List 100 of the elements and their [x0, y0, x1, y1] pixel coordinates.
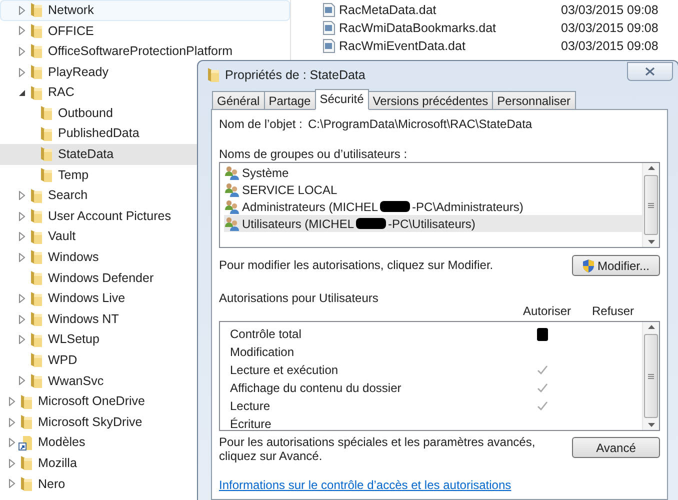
scroll-down-icon[interactable] [648, 423, 654, 427]
tree-label: Outbound [58, 104, 113, 122]
collapsed-icon[interactable] [19, 68, 25, 77]
group-name-suffix: -PC\Utilisateurs) [388, 216, 476, 232]
help-link[interactable]: Informations sur le contrôle d’accès et les autorisations [219, 476, 512, 494]
permissions-label: Autorisations pour Utilisateurs [219, 291, 378, 305]
folder-icon [28, 84, 44, 101]
scroll-down-icon[interactable] [648, 240, 654, 244]
tree-label: Microsoft OneDrive [38, 393, 145, 410]
folder-icon [28, 22, 44, 39]
scrollbar[interactable] [642, 322, 659, 430]
collapsed-icon[interactable] [19, 314, 25, 324]
collapsed-icon[interactable] [19, 335, 25, 344]
tree-label: Windows [48, 249, 99, 266]
check-icon [536, 365, 548, 375]
permission-name: Modification [230, 344, 296, 361]
tree-label: StateData [58, 146, 114, 164]
folder-icon [38, 105, 54, 122]
collapsed-icon[interactable] [9, 418, 15, 427]
modify-button[interactable]: Modifier... [572, 255, 660, 276]
folder-icon [28, 43, 44, 60]
folder-icon [28, 228, 44, 245]
permission-name: Affichage du contenu du dossier [230, 380, 402, 397]
scroll-up-icon[interactable] [648, 325, 654, 329]
close-button[interactable] [627, 62, 673, 81]
users-icon [224, 198, 240, 214]
tab[interactable]: Général [212, 91, 265, 110]
group-name: SERVICE LOCAL [242, 182, 338, 198]
collapsed-icon[interactable] [19, 294, 25, 304]
object-label: Nom de l’objet : [219, 116, 304, 133]
file-name[interactable]: RacWmiEventData.dat [339, 36, 561, 56]
tree-label: Windows Defender [48, 270, 154, 287]
tab[interactable]: Sécurité [314, 89, 369, 110]
tree-item[interactable]: OFFICE [0, 20, 290, 42]
shield-icon [582, 258, 596, 272]
users-icon [224, 164, 240, 180]
permission-name: Lecture [230, 398, 272, 415]
folder-icon [28, 64, 44, 80]
users-icon [224, 216, 240, 232]
scrollbar[interactable] [642, 163, 659, 247]
group-name: Utilisateurs (MICHEL [242, 216, 354, 232]
group-name: Système [242, 164, 289, 182]
folder-icon [28, 352, 44, 368]
folder-icon [18, 414, 34, 430]
redaction-mark [536, 328, 548, 340]
collapsed-icon[interactable] [19, 191, 25, 200]
tree-label: PublishedData [58, 125, 140, 142]
tree-item[interactable]: Network [0, 0, 290, 21]
redaction-mark [356, 218, 386, 229]
group-row[interactable]: Utilisateurs (MICHEL -PC\Utilisateurs) [224, 215, 642, 232]
object-path: C:\ProgramData\Microsoft\RAC\StateData [308, 116, 532, 133]
file-name[interactable]: RacMetaData.dat [339, 0, 561, 20]
scroll-up-icon[interactable] [648, 166, 654, 170]
folder-icon [28, 332, 44, 348]
modify-hint: Pour modifier les autorisations, cliquez sur Modifier. [219, 257, 494, 274]
collapsed-icon[interactable] [19, 252, 25, 262]
folder-icon [38, 126, 54, 142]
collapsed-icon[interactable] [9, 458, 15, 468]
file-date: 03/03/2015 09:08 [561, 20, 658, 37]
collapsed-icon[interactable] [9, 438, 15, 448]
tree-label: Windows NT [48, 310, 119, 328]
tree-label: Search [48, 187, 88, 204]
tree-label: PlayReady [48, 64, 108, 81]
check-icon [536, 383, 548, 393]
folder-icon [28, 249, 44, 266]
collapsed-icon[interactable] [19, 232, 25, 242]
tab[interactable]: Personnaliser [492, 91, 576, 110]
tree-label: OFFICE [48, 22, 94, 40]
collapsed-icon[interactable] [19, 212, 25, 221]
expanded-icon[interactable] [19, 90, 25, 96]
tab[interactable]: Versions précédentes [368, 91, 494, 110]
collapsed-icon[interactable] [9, 479, 15, 488]
folder-icon [18, 476, 34, 492]
shortcut-folder-icon [18, 434, 34, 451]
advanced-button[interactable]: Avancé [572, 437, 660, 458]
collapsed-icon[interactable] [19, 26, 25, 36]
folder-icon [18, 394, 34, 410]
collapsed-icon[interactable] [19, 376, 25, 386]
file-icon [323, 3, 335, 17]
group-row[interactable]: Administrateurs (MICHEL -PC\Administrateurs) [224, 198, 642, 215]
collapsed-icon[interactable] [9, 397, 15, 406]
tree-label: Mozilla [38, 454, 77, 472]
collapsed-icon[interactable] [19, 6, 25, 15]
folder-icon [28, 270, 44, 286]
tree-label: OfficeSoftwareProtectionPlatform [48, 43, 233, 60]
folder-icon [28, 208, 44, 224]
collapsed-icon[interactable] [19, 46, 25, 56]
permission-name: Écriture [230, 416, 272, 430]
tab[interactable]: Partage [264, 91, 316, 110]
redaction-mark [380, 201, 410, 212]
folder-icon [18, 455, 34, 472]
group-name-suffix: -PC\Administrateurs) [412, 198, 524, 216]
check-icon [536, 401, 548, 411]
tree-label: WPD [48, 352, 78, 370]
tree-label: Vault [48, 228, 76, 246]
group-row[interactable]: SERVICE LOCAL [224, 181, 642, 198]
file-name[interactable]: RacWmiDataBookmarks.dat [339, 18, 561, 38]
group-row[interactable]: Système [224, 164, 642, 181]
folder-icon [28, 290, 44, 307]
tree-item[interactable]: OfficeSoftwareProtectionPlatform [0, 41, 290, 62]
